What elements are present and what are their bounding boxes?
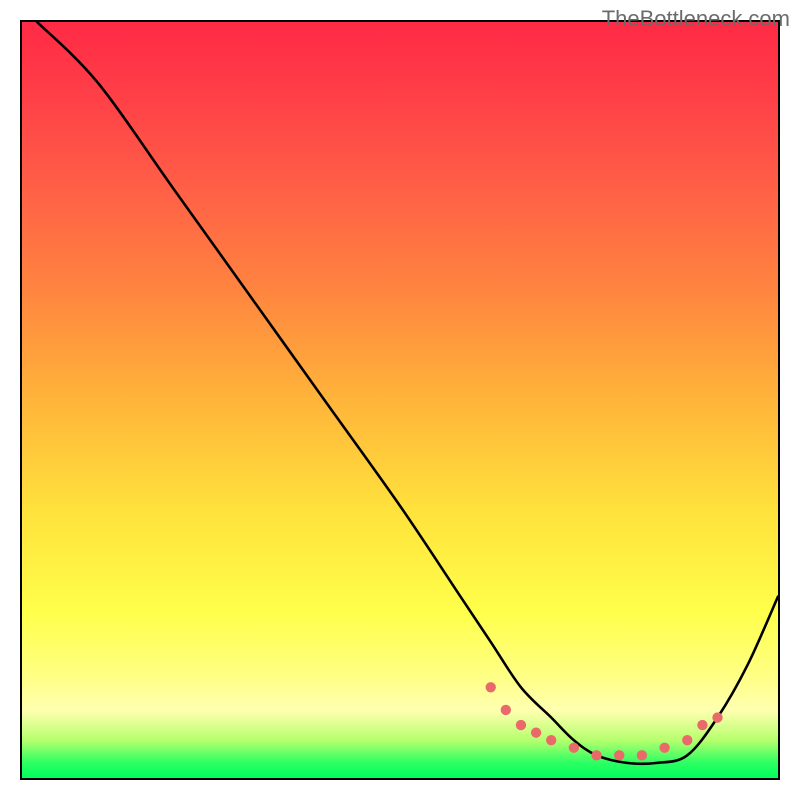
highlight-dot [569,743,579,753]
highlight-dot [712,712,722,722]
chart-container: TheBottleneck.com [0,0,800,800]
highlight-dot [682,735,692,745]
chart-svg [22,22,778,778]
highlight-dot [697,720,707,730]
highlight-dot [637,750,647,760]
highlight-dot [531,727,541,737]
highlight-dot [546,735,556,745]
highlight-dots [486,682,723,760]
highlight-dot [486,682,496,692]
watermark-text: TheBottleneck.com [602,6,790,32]
bottleneck-curve [37,22,778,764]
plot-frame [20,20,780,780]
highlight-dot [614,750,624,760]
highlight-dot [501,705,511,715]
highlight-dot [516,720,526,730]
highlight-dot [591,750,601,760]
highlight-dot [659,743,669,753]
